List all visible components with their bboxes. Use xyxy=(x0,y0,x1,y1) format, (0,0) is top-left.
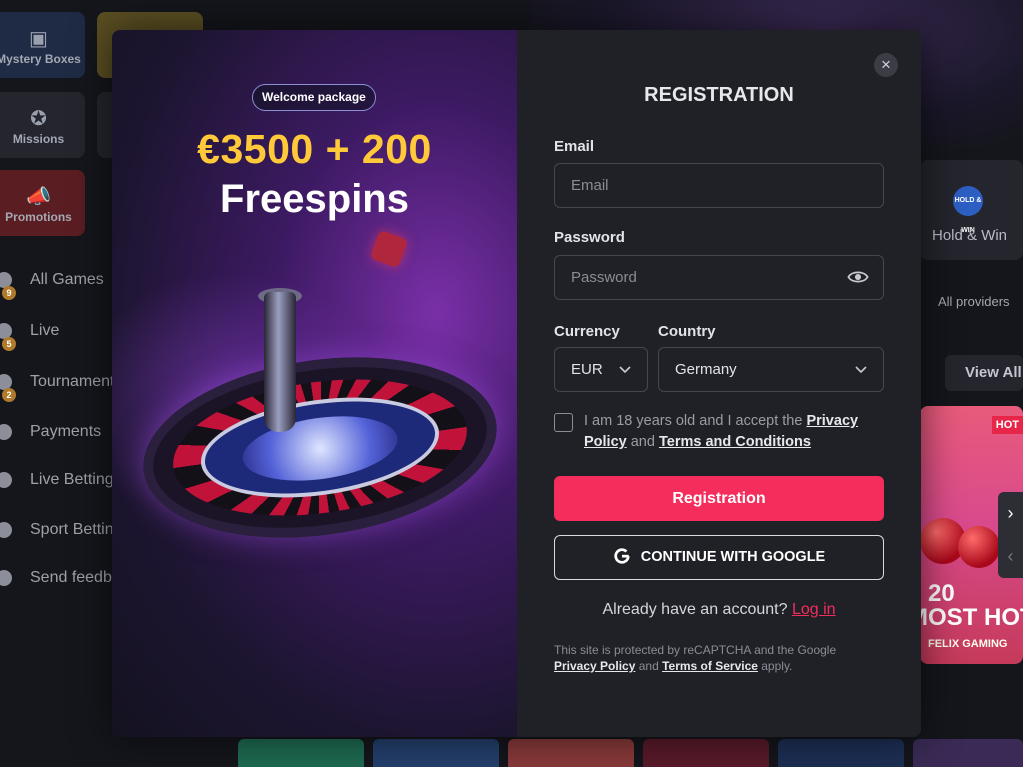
recaptcha-and: and xyxy=(635,659,663,673)
game-thumbnail[interactable] xyxy=(508,739,634,767)
country-label: Country xyxy=(658,323,716,340)
game-title: 20 MOST HOT xyxy=(920,580,1023,630)
nav-live[interactable]: 5 Live xyxy=(0,316,60,351)
nav-badge: 2 xyxy=(2,388,16,402)
category-hold-win[interactable]: HOLD & WIN Hold & Win xyxy=(920,160,1023,260)
login-prompt-text: Already have an account? xyxy=(602,601,792,618)
slider-arrows[interactable]: › ‹ xyxy=(998,492,1023,578)
terms-prefix: I am 18 years old and I accept the xyxy=(584,413,807,429)
hold-win-icon: HOLD & WIN xyxy=(953,186,983,234)
recaptcha-terms-link[interactable]: Terms of Service xyxy=(662,659,758,673)
password-label: Password xyxy=(554,229,625,246)
tile-label: Promotions xyxy=(5,210,72,224)
login-prompt: Already have an account? Log in xyxy=(517,601,921,619)
nav-label: Sport Betting xyxy=(30,521,123,538)
nav-label: Live xyxy=(30,322,60,339)
stopwatch-icon xyxy=(0,472,12,488)
view-all-button[interactable]: View All xyxy=(945,355,1023,391)
email-label: Email xyxy=(554,138,595,155)
google-signin-button[interactable]: CONTINUE WITH GOOGLE xyxy=(554,535,884,580)
chest-icon: ▣ xyxy=(29,28,48,50)
tile-mystery-boxes[interactable]: ▣ Mystery Boxes xyxy=(0,12,85,78)
nav-label: Live Betting xyxy=(30,471,114,488)
currency-value: EUR xyxy=(571,361,603,378)
eye-icon[interactable] xyxy=(847,270,869,284)
recaptcha-notice: This site is protected by reCAPTCHA and … xyxy=(554,642,874,674)
nav-label: Tournaments xyxy=(30,373,123,390)
chevron-left-icon[interactable]: ‹ xyxy=(998,535,1023,578)
trophy-icon: 2 xyxy=(0,374,16,402)
terms-text: I am 18 years old and I accept the Priva… xyxy=(584,411,874,453)
nav-payments[interactable]: Payments xyxy=(0,417,101,447)
currency-label: Currency xyxy=(554,323,620,340)
all-providers-button[interactable]: All providers xyxy=(922,287,1023,317)
tile-missions[interactable]: ✪ Missions xyxy=(0,92,85,158)
feedback-icon xyxy=(0,570,12,586)
nav-badge: 5 xyxy=(2,337,16,351)
game-title-line1: 20 xyxy=(928,580,955,607)
game-thumbnail[interactable] xyxy=(913,739,1023,767)
category-label: Hold & Win xyxy=(932,227,1008,244)
nav-badge: 9 xyxy=(2,286,16,300)
tile-label: Missions xyxy=(12,132,65,146)
login-link[interactable]: Log in xyxy=(792,601,836,618)
terms-conditions-link[interactable]: Terms and Conditions xyxy=(659,434,811,450)
registration-button[interactable]: Registration xyxy=(554,476,884,521)
email-input[interactable] xyxy=(554,163,884,208)
medal-icon: ✪ xyxy=(30,108,47,130)
tile-label: Mystery Boxes xyxy=(0,52,81,66)
recaptcha-suffix: apply. xyxy=(757,659,793,673)
game-thumbnail[interactable] xyxy=(373,739,499,767)
cherry-icon xyxy=(958,526,1000,568)
age-terms-checkbox[interactable] xyxy=(554,413,573,432)
live-icon: 5 xyxy=(0,323,16,351)
game-provider: FELIX GAMING xyxy=(928,638,1008,650)
ball-icon xyxy=(0,522,12,538)
close-button[interactable]: × xyxy=(874,53,898,77)
game-thumbnail[interactable] xyxy=(778,739,904,767)
form-layer: × REGISTRATION Email Password Currency E… xyxy=(112,30,921,737)
chevron-right-icon[interactable]: › xyxy=(998,492,1023,535)
terms-and: and xyxy=(626,434,659,450)
chevron-down-icon xyxy=(619,366,631,374)
nav-label: All Games xyxy=(30,271,104,288)
hot-badge: HOT xyxy=(991,416,1023,434)
game-thumbnail[interactable] xyxy=(643,739,769,767)
chevron-down-icon xyxy=(855,366,867,374)
megaphone-icon: 📣 xyxy=(26,186,51,208)
nav-all-games[interactable]: 9 All Games xyxy=(0,265,104,300)
google-icon xyxy=(614,548,630,564)
country-select[interactable]: Germany xyxy=(658,347,884,392)
games-icon: 9 xyxy=(0,272,16,300)
wallet-icon xyxy=(0,424,12,440)
country-value: Germany xyxy=(675,361,737,378)
form-title: REGISTRATION xyxy=(644,84,794,106)
password-input[interactable] xyxy=(554,255,884,300)
nav-tournaments[interactable]: 2 Tournaments xyxy=(0,367,123,402)
recaptcha-prefix: This site is protected by reCAPTCHA and … xyxy=(554,643,837,657)
currency-select[interactable]: EUR xyxy=(554,347,648,392)
game-thumbnail[interactable] xyxy=(238,739,364,767)
google-button-label: CONTINUE WITH GOOGLE xyxy=(640,549,826,565)
tile-promotions[interactable]: 📣 Promotions xyxy=(0,170,85,236)
nav-live-betting[interactable]: Live Betting xyxy=(0,465,114,495)
game-title-line2: MOST HOT xyxy=(920,604,1023,631)
recaptcha-privacy-link[interactable]: Privacy Policy xyxy=(554,659,635,673)
nav-label: Payments xyxy=(30,423,102,440)
nav-sport-betting[interactable]: Sport Betting xyxy=(0,515,123,545)
